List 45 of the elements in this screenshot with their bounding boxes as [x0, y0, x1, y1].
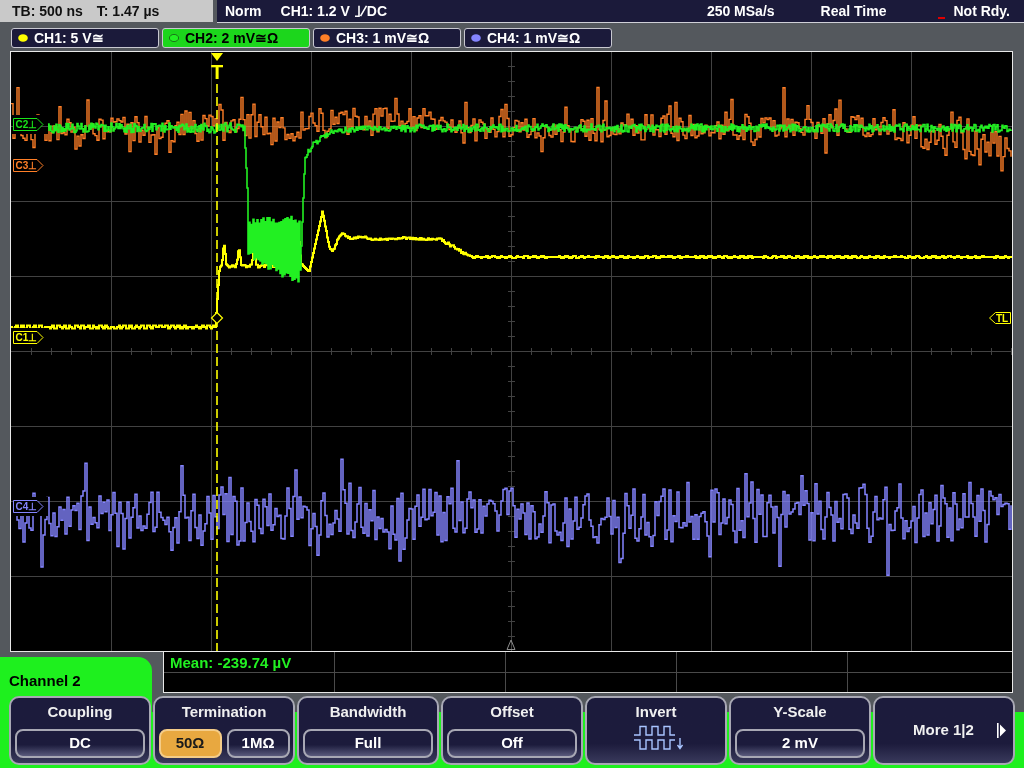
- channel-tab[interactable]: CH4: 1 mV≅Ω: [464, 28, 612, 48]
- menu-key-title: Bandwidth: [328, 702, 408, 720]
- trigger-level: CH1: 1.2 V: [280, 1, 350, 21]
- channel-marker: C1⊥: [13, 331, 44, 344]
- more-button[interactable]: More 1|2: [873, 696, 1015, 765]
- menu-key-title: Offset: [489, 702, 535, 720]
- trigger-coupling: DC: [366, 1, 388, 21]
- invert-waveform-icon: [633, 725, 683, 751]
- menu-key[interactable]: Bandwidth Full: [297, 696, 439, 765]
- menu-key-title: Y-Scale: [772, 702, 828, 720]
- channel-tab[interactable]: CH3: 1 mV≅Ω: [313, 28, 461, 48]
- value-button[interactable]: Full: [303, 729, 433, 758]
- channel-marker: C4⊥: [13, 500, 44, 513]
- measurement-value: Mean: -239.74 µV: [169, 653, 292, 671]
- channel-marker: C3⊥: [13, 159, 44, 172]
- menu-key[interactable]: Termination 50Ω 1MΩ: [153, 696, 295, 765]
- next-page-icon: [997, 723, 1006, 738]
- sample-rate: 250 MSa/s: [706, 1, 775, 21]
- trigger-point-icon: [210, 311, 224, 325]
- option-button[interactable]: 50Ω: [158, 729, 222, 758]
- menu-key[interactable]: Y-Scale 2 mV: [729, 696, 871, 765]
- value-button[interactable]: Off: [447, 729, 577, 758]
- option-button[interactable]: 1MΩ: [226, 729, 290, 758]
- menu-key-title: Termination: [180, 702, 268, 720]
- value-button[interactable]: 2 mV: [735, 729, 865, 758]
- trigger-level-marker: TL: [989, 312, 1011, 324]
- trigger-marker-label: T: [210, 61, 224, 83]
- invert-button[interactable]: Invert: [585, 696, 727, 765]
- trigger-time-value: T: 1.47 µs: [96, 1, 160, 21]
- channel-tab[interactable]: CH1: 5 V≅: [11, 28, 159, 48]
- menu-key[interactable]: Coupling DC: [9, 696, 151, 765]
- timebase-value: TB: 500 ns: [12, 1, 83, 21]
- channel-tab[interactable]: CH2: 2 mV≅Ω: [162, 28, 310, 48]
- status-indicator-icon: [938, 17, 946, 19]
- position-marker-icon: [506, 639, 516, 650]
- rising-edge-icon: [354, 5, 367, 17]
- value-button[interactable]: DC: [15, 729, 145, 758]
- channel-marker: C2⊥: [13, 118, 44, 131]
- menu-title: Channel 2: [9, 672, 81, 689]
- trigger-mode: Norm: [225, 1, 262, 21]
- trigger-marker-icon: [211, 53, 223, 61]
- menu-key[interactable]: Offset Off: [441, 696, 583, 765]
- acquisition-status: Not Rdy.: [953, 1, 1010, 21]
- acquisition-mode: Real Time: [820, 1, 887, 21]
- menu-key-title: Coupling: [46, 702, 114, 720]
